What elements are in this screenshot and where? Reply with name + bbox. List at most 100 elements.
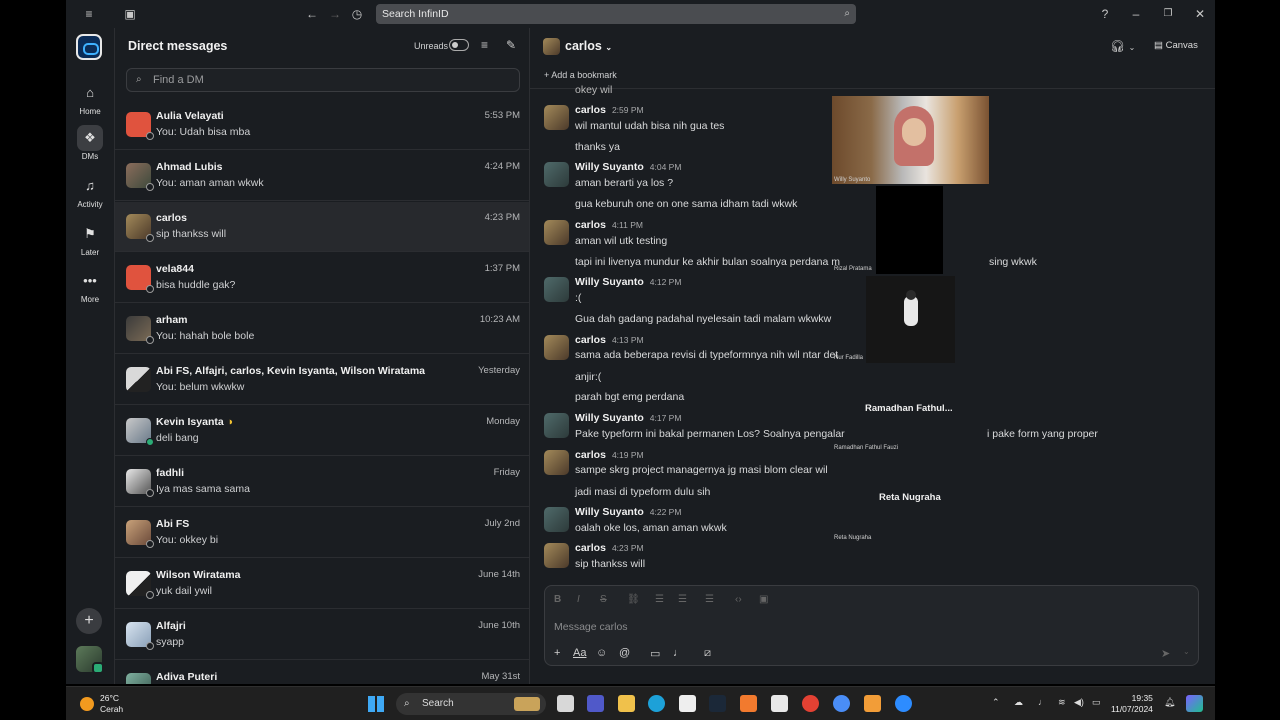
bulleted-list-icon[interactable]: ☰ <box>678 594 687 605</box>
huddle-icon[interactable]: 🎧︎ ⌄ <box>1110 39 1135 53</box>
message-author[interactable]: carlos 4:23 PM <box>575 542 644 554</box>
store-icon[interactable] <box>679 695 696 712</box>
avatar[interactable] <box>544 450 569 475</box>
dm-item-selected[interactable]: carlos sip thankss will 4:23 PM <box>115 202 529 252</box>
avatar[interactable] <box>544 507 569 532</box>
dm-item[interactable]: Adiva Puteri May 31st <box>115 661 529 684</box>
dm-item[interactable]: Abi FS You: okkey bi July 2nd <box>115 508 529 558</box>
link-icon[interactable]: ⛓ <box>627 594 640 605</box>
notification-icon[interactable]: 🔔︎ <box>1164 697 1175 708</box>
message-author[interactable]: carlos 4:19 PM <box>575 449 644 461</box>
dm-item[interactable]: Kevin Isyanta ◑ deli bang Monday <box>115 406 529 456</box>
video-tile[interactable] <box>866 276 955 363</box>
microphone-icon[interactable]: ♩ <box>1038 697 1047 707</box>
maximize-icon[interactable]: ❐ <box>1160 6 1176 22</box>
chevron-up-icon[interactable]: ⌃ <box>992 697 1000 708</box>
sidebar-toggle-icon[interactable]: ▣ <box>122 6 138 22</box>
unreads-toggle[interactable] <box>449 39 469 51</box>
dm-item[interactable]: Aulia Velayati You: Udah bisa mba 5:53 P… <box>115 100 529 150</box>
dm-item[interactable]: fadhli Iya mas sama sama Friday <box>115 457 529 507</box>
windows-start-icon[interactable] <box>368 696 384 712</box>
slack-icon[interactable] <box>771 695 788 712</box>
formatting-icon[interactable]: Aa <box>573 647 586 659</box>
italic-icon[interactable]: I <box>577 594 580 605</box>
send-icon[interactable]: ➤ <box>1161 647 1170 660</box>
rail-item-later[interactable]: ⚑ Later <box>66 221 114 257</box>
emoji-icon[interactable]: ☺ <box>596 647 607 659</box>
close-icon[interactable]: ✕ <box>1192 6 1208 22</box>
back-arrow-icon[interactable]: ← <box>304 6 320 22</box>
dm-item[interactable]: arham You: hahah bole bole 10:23 AM <box>115 304 529 354</box>
plus-icon[interactable]: + <box>554 647 560 659</box>
workspace-logo[interactable] <box>76 34 102 60</box>
message-author[interactable]: carlos 2:59 PM <box>575 104 644 116</box>
rail-item-dms[interactable]: ❖ DMs <box>66 125 114 161</box>
video-icon[interactable]: ▭ <box>650 647 660 660</box>
chrome-icon[interactable] <box>802 695 819 712</box>
strikethrough-icon[interactable]: S <box>600 594 607 605</box>
user-avatar[interactable] <box>76 646 104 674</box>
video-tile[interactable] <box>876 186 943 274</box>
rail-item-home[interactable]: ⌂ Home <box>66 80 114 116</box>
menu-icon[interactable]: ≡ <box>81 6 97 22</box>
chrome-profile-icon[interactable] <box>833 695 850 712</box>
find-dm-input[interactable]: ⌕ Find a DM <box>126 68 520 92</box>
help-icon[interactable]: ? <box>1097 6 1113 22</box>
dm-item[interactable]: vela844 bisa huddle gak? 1:37 PM <box>115 253 529 303</box>
message-author[interactable]: carlos 4:13 PM <box>575 334 644 346</box>
dm-item[interactable]: Wilson Wiratama yuk dail ywil June 14th <box>115 559 529 609</box>
avatar[interactable] <box>544 277 569 302</box>
copilot-icon[interactable] <box>1186 695 1203 712</box>
message-author[interactable]: carlos 4:11 PM <box>575 219 643 231</box>
file-explorer-icon[interactable] <box>618 695 635 712</box>
chevron-down-icon[interactable]: ⌄ <box>1183 647 1190 656</box>
dm-item[interactable]: Ahmad Lubis You: aman aman wkwk 4:24 PM <box>115 151 529 201</box>
avatar[interactable] <box>544 162 569 187</box>
steam-icon[interactable] <box>709 695 726 712</box>
compose-icon[interactable]: ✎ <box>506 38 516 52</box>
message-author[interactable]: Willy Suyanto 4:22 PM <box>575 506 681 518</box>
microphone-icon[interactable]: ♩ <box>673 647 684 659</box>
xampp-icon[interactable] <box>740 695 757 712</box>
code-icon[interactable]: ‹› <box>735 594 742 605</box>
rail-item-more[interactable]: ••• More <box>66 268 114 304</box>
task-view-icon[interactable] <box>557 695 574 712</box>
avatar[interactable] <box>544 220 569 245</box>
message-author[interactable]: Willy Suyanto 4:17 PM <box>575 412 681 424</box>
shortcuts-icon[interactable]: ⧄ <box>704 647 711 660</box>
add-bookmark-button[interactable]: + Add a bookmark <box>544 70 617 80</box>
avatar[interactable] <box>544 335 569 360</box>
sublime-icon[interactable] <box>864 695 881 712</box>
weather-widget[interactable]: 26°C Cerah <box>100 693 123 715</box>
teams-icon[interactable] <box>587 695 604 712</box>
minimize-icon[interactable]: – <box>1128 6 1144 22</box>
avatar[interactable] <box>544 543 569 568</box>
filter-icon[interactable]: ≡ <box>481 38 488 52</box>
add-workspace-button[interactable]: + <box>76 608 102 634</box>
blockquote-icon[interactable]: ☰ <box>705 594 714 605</box>
volume-icon[interactable]: ◀) <box>1074 697 1084 708</box>
message-composer[interactable]: B I S ⛓ ☰ ☰ ☰ ‹› ▣ Message carlos + Aa ☺… <box>544 585 1199 666</box>
zoom-icon[interactable] <box>895 695 912 712</box>
taskbar-search[interactable]: ⌕ Search <box>396 693 546 715</box>
canvas-button[interactable]: ▤ Canvas <box>1154 40 1198 51</box>
bold-icon[interactable]: B <box>554 594 561 605</box>
search-input[interactable]: Search InfinID ⌕ <box>376 4 856 24</box>
avatar[interactable] <box>544 105 569 130</box>
message-author[interactable]: Willy Suyanto 4:04 PM <box>575 161 681 173</box>
message-author[interactable]: Willy Suyanto 4:12 PM <box>575 276 681 288</box>
code-block-icon[interactable]: ▣ <box>759 594 768 605</box>
dm-item[interactable]: Abi FS, Alfajri, carlos, Kevin Isyanta, … <box>115 355 529 405</box>
wifi-icon[interactable]: ≋ <box>1058 697 1066 708</box>
ordered-list-icon[interactable]: ☰ <box>655 594 664 605</box>
edge-icon[interactable] <box>648 695 665 712</box>
weather-icon[interactable] <box>80 697 94 711</box>
mention-icon[interactable]: @ <box>619 647 630 659</box>
cloud-icon[interactable]: ☁ <box>1014 697 1023 708</box>
battery-icon[interactable]: ▭ <box>1092 697 1101 708</box>
avatar[interactable] <box>544 413 569 438</box>
dm-item[interactable]: Alfajri syapp June 10th <box>115 610 529 660</box>
system-clock[interactable]: 19:35 11/07/2024 <box>1111 693 1153 715</box>
conversation-title[interactable]: carlos ⌄ <box>565 39 612 53</box>
history-icon[interactable]: ◷ <box>349 6 365 22</box>
